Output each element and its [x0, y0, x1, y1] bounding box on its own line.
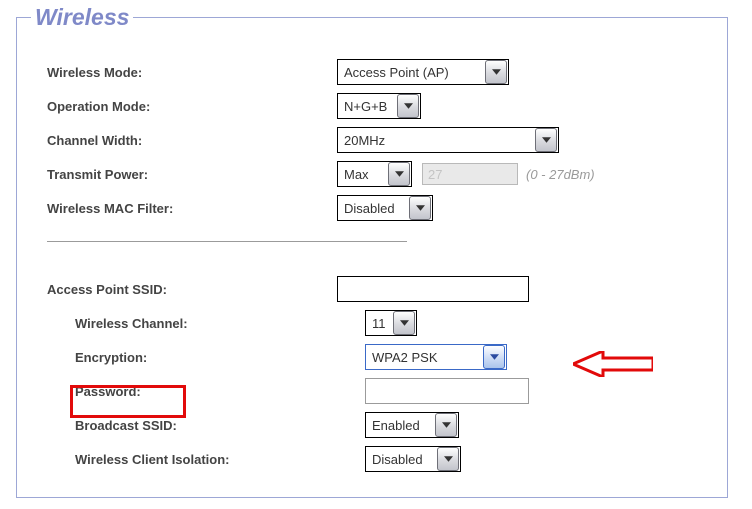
transmit-power-value: Max	[338, 167, 387, 182]
row-mac-filter: Wireless MAC Filter: Disabled	[47, 191, 711, 225]
row-ap-ssid: Access Point SSID:	[47, 272, 711, 306]
label-encryption: Encryption:	[75, 350, 337, 365]
broadcast-ssid-value: Enabled	[366, 418, 434, 433]
encryption-select[interactable]: WPA2 PSK	[365, 344, 507, 370]
row-wireless-channel: Wireless Channel: 11	[47, 306, 711, 340]
channel-width-select[interactable]: 20MHz	[337, 127, 559, 153]
chevron-down-icon	[397, 94, 419, 118]
row-transmit-power: Transmit Power: Max 27 (0 - 27dBm)	[47, 157, 711, 191]
row-broadcast-ssid: Broadcast SSID: Enabled	[47, 408, 711, 442]
chevron-down-icon	[535, 128, 557, 152]
separator	[47, 241, 407, 242]
row-wireless-mode: Wireless Mode: Access Point (AP)	[47, 55, 711, 89]
wireless-mode-value: Access Point (AP)	[338, 65, 484, 80]
password-input[interactable]	[365, 378, 529, 404]
chevron-down-icon	[388, 162, 410, 186]
channel-width-value: 20MHz	[338, 133, 534, 148]
form-area: Wireless Mode: Access Point (AP) Operati…	[17, 31, 727, 486]
client-isolation-select[interactable]: Disabled	[365, 446, 461, 472]
label-channel-width: Channel Width:	[47, 133, 337, 148]
operation-mode-select[interactable]: N+G+B	[337, 93, 421, 119]
mac-filter-select[interactable]: Disabled	[337, 195, 433, 221]
label-wireless-channel: Wireless Channel:	[75, 316, 337, 331]
wireless-fieldset: Wireless Wireless Mode: Access Point (AP…	[16, 4, 728, 498]
chevron-down-icon	[409, 196, 431, 220]
label-client-isolation: Wireless Client Isolation:	[75, 452, 337, 467]
chevron-down-icon	[393, 311, 415, 335]
transmit-power-custom-input: 27	[422, 163, 518, 185]
wireless-channel-value: 11	[366, 316, 392, 331]
transmit-power-select[interactable]: Max	[337, 161, 412, 187]
ap-ssid-input[interactable]	[337, 276, 529, 302]
label-ap-ssid: Access Point SSID:	[47, 282, 337, 297]
label-mac-filter: Wireless MAC Filter:	[47, 201, 337, 216]
chevron-down-icon	[435, 413, 457, 437]
mac-filter-value: Disabled	[338, 201, 408, 216]
chevron-down-icon	[485, 60, 507, 84]
label-operation-mode: Operation Mode:	[47, 99, 337, 114]
broadcast-ssid-select[interactable]: Enabled	[365, 412, 459, 438]
row-client-isolation: Wireless Client Isolation: Disabled	[47, 442, 711, 476]
encryption-value: WPA2 PSK	[366, 350, 482, 365]
client-isolation-value: Disabled	[366, 452, 436, 467]
label-transmit-power: Transmit Power:	[47, 167, 337, 182]
transmit-power-hint: (0 - 27dBm)	[526, 167, 595, 182]
row-password: Password:	[47, 374, 711, 408]
row-channel-width: Channel Width: 20MHz	[47, 123, 711, 157]
operation-mode-value: N+G+B	[338, 99, 396, 114]
row-encryption: Encryption: WPA2 PSK	[47, 340, 711, 374]
chevron-down-icon	[483, 345, 505, 369]
chevron-down-icon	[437, 447, 459, 471]
label-wireless-mode: Wireless Mode:	[47, 65, 337, 80]
label-password: Password:	[75, 384, 337, 399]
wireless-channel-select[interactable]: 11	[365, 310, 417, 336]
section-title: Wireless	[31, 4, 133, 31]
label-broadcast-ssid: Broadcast SSID:	[75, 418, 337, 433]
wireless-mode-select[interactable]: Access Point (AP)	[337, 59, 509, 85]
row-operation-mode: Operation Mode: N+G+B	[47, 89, 711, 123]
